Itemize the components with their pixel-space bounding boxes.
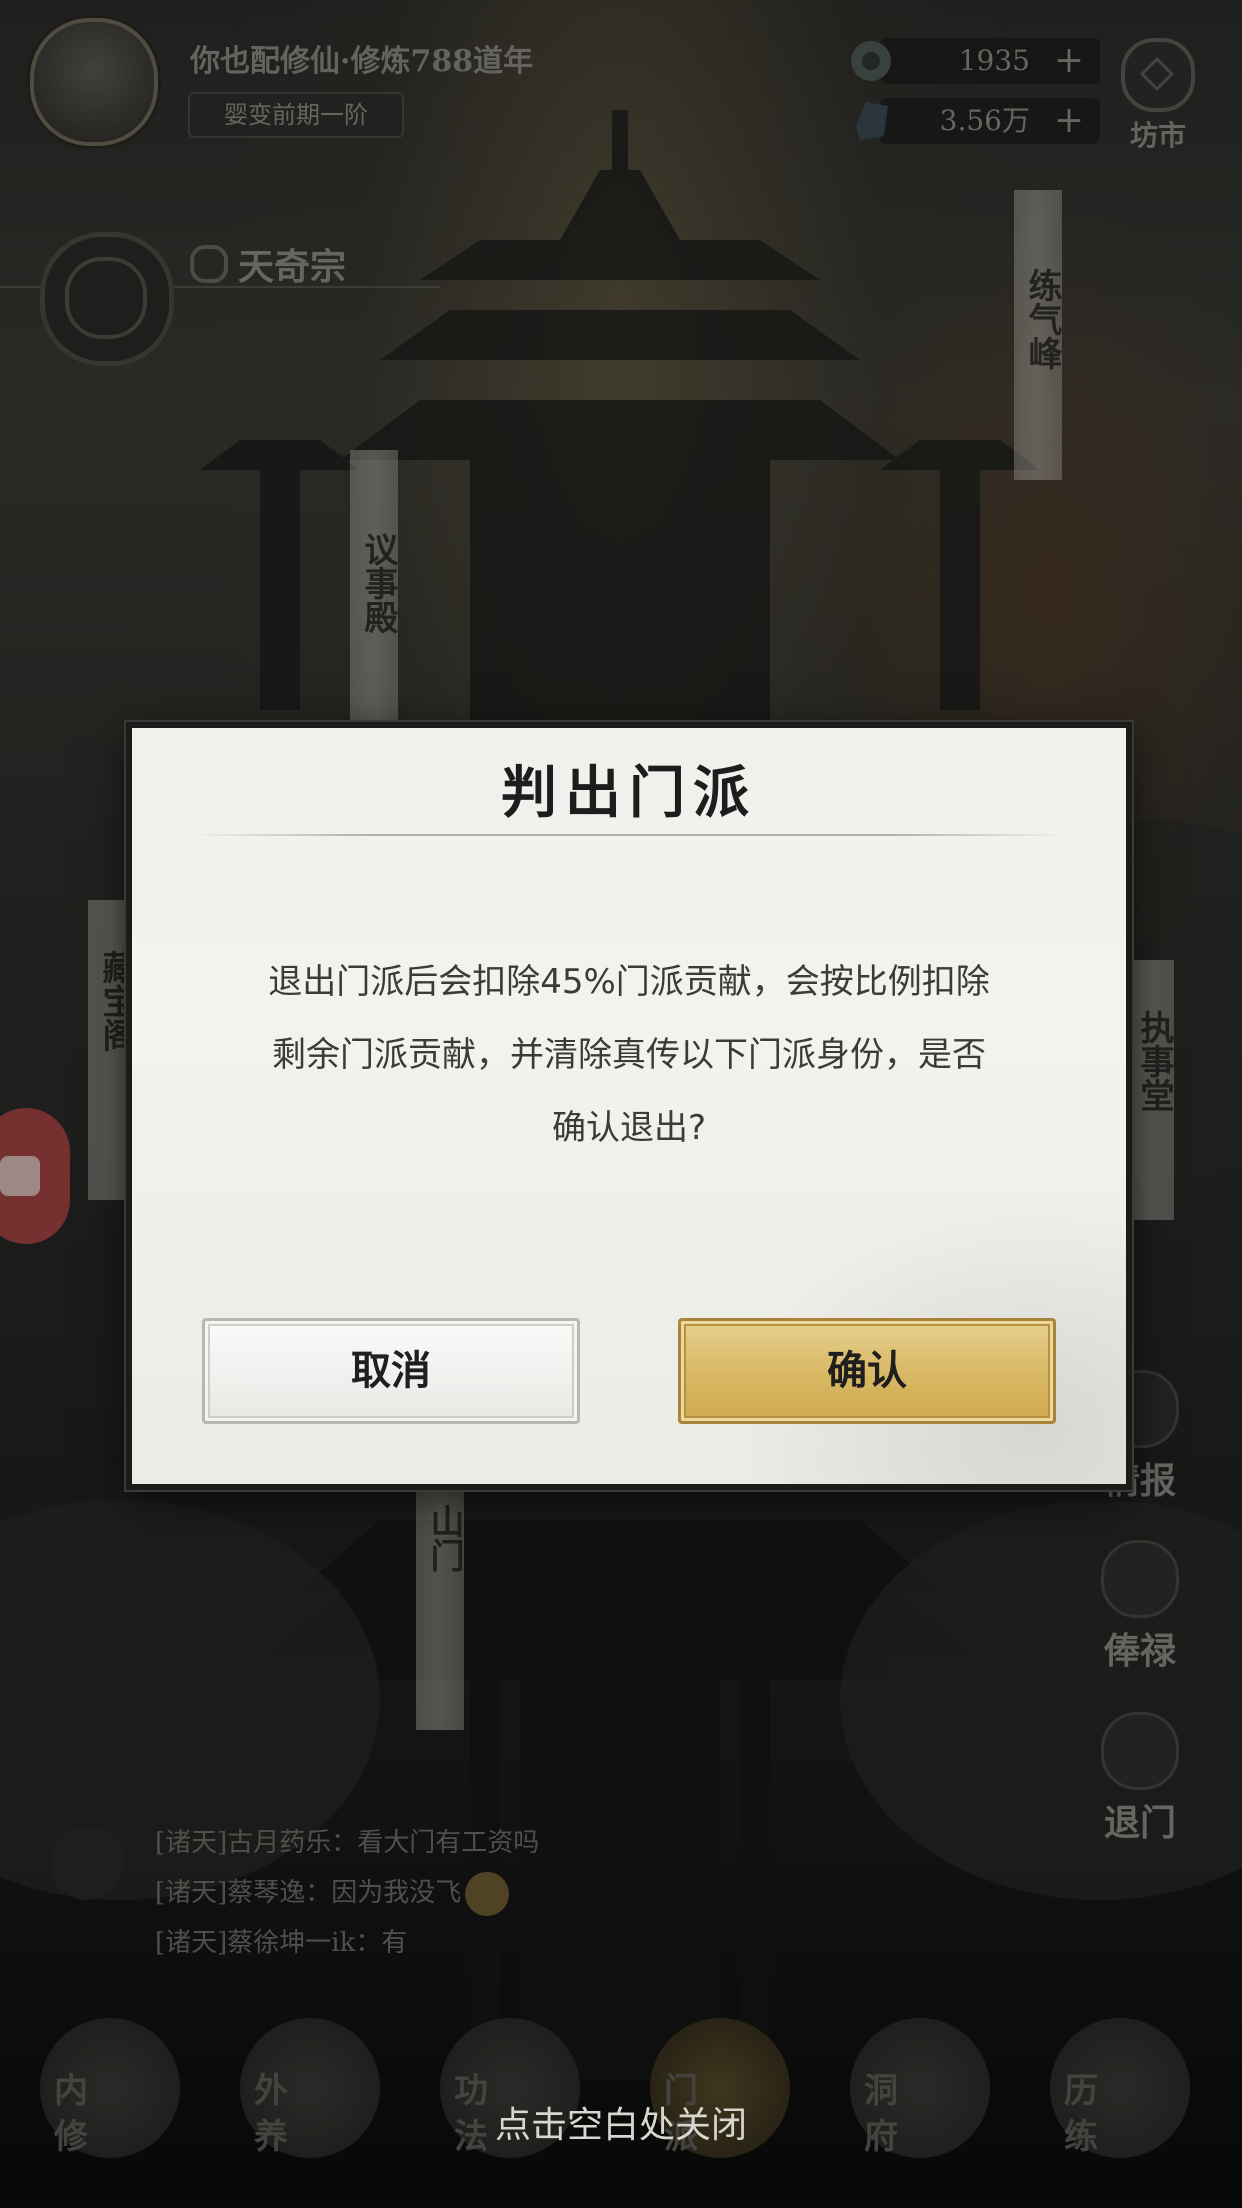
cancel-button[interactable]: 取消 bbox=[202, 1318, 580, 1424]
dialog-message-line: 剩余门派贡献，并清除真传以下门派身份，是否 bbox=[272, 1035, 986, 1075]
dialog-message: 退出门派后会扣除45%门派贡献，会按比例扣除 剩余门派贡献，并清除真传以下门派身… bbox=[202, 946, 1056, 1165]
dialog-message-line: 确认退出? bbox=[551, 1108, 707, 1148]
dialog-message-line: 退出门派后会扣除45%门派贡献，会按比例扣除 bbox=[268, 962, 990, 1002]
dialog-title: 判出门派 bbox=[501, 760, 757, 826]
confirm-button[interactable]: 确认 bbox=[678, 1318, 1056, 1424]
title-divider bbox=[192, 834, 1066, 836]
close-hint: 点击空白处关闭 bbox=[494, 2105, 747, 2146]
leave-sect-dialog: 判出门派 退出门派后会扣除45%门派贡献，会按比例扣除 剩余门派贡献，并清除真传… bbox=[126, 722, 1132, 1490]
